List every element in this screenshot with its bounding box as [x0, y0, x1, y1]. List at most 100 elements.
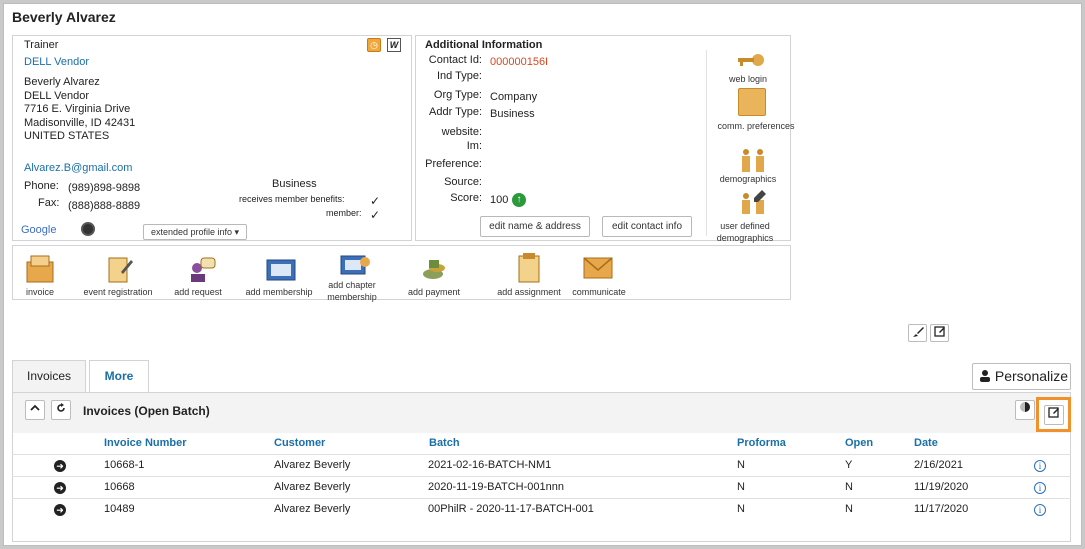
cell-date: 11/19/2020	[914, 481, 969, 493]
cell-proforma: N	[737, 481, 745, 493]
cell-proforma: N	[737, 459, 745, 471]
divider	[706, 50, 707, 236]
member-check: ✓	[370, 208, 381, 222]
email-link[interactable]: Alvarez.B@gmail.com	[24, 162, 132, 174]
cell-open: N	[845, 503, 853, 515]
action-communicate[interactable]	[583, 256, 613, 280]
user-defined-demographics-icon[interactable]	[738, 190, 768, 216]
tab-more[interactable]: More	[89, 360, 149, 393]
word-doc-icon[interactable]: W	[387, 38, 401, 52]
field-label: Ind Type:	[436, 70, 482, 82]
phone-value: (989)898-9898	[68, 182, 141, 194]
contact-type: Business	[272, 178, 317, 190]
action-add-chapter-membership-label[interactable]: add chapter membership	[313, 279, 391, 303]
action-add-membership[interactable]	[265, 254, 297, 286]
window: Beverly Alvarez Trainer DELL Vendor Beve…	[3, 3, 1082, 546]
field-label: Addr Type:	[429, 106, 482, 118]
chart-toggle-icon[interactable]	[1015, 400, 1035, 420]
cell-open: N	[845, 481, 853, 493]
refresh-button[interactable]	[51, 400, 71, 420]
table-row[interactable]: ➜ 10668-1 Alvarez Beverly 2021-02-16-BAT…	[12, 454, 1071, 476]
page-title: Beverly Alvarez	[12, 9, 116, 25]
demographics-label[interactable]: demographics	[713, 174, 783, 184]
google-maps-link[interactable]: Google	[21, 224, 56, 236]
web-login-label[interactable]: web login	[713, 74, 783, 84]
additional-info-title: Additional Information	[425, 39, 543, 51]
field-label: Org Type:	[433, 89, 482, 101]
brush-icon[interactable]	[908, 324, 927, 342]
field-label: Contact Id:	[428, 54, 482, 66]
action-communicate-label[interactable]: communicate	[561, 287, 637, 297]
cell-proforma: N	[737, 503, 745, 515]
address-block: Beverly Alvarez DELL Vendor 7716 E. Virg…	[24, 76, 136, 142]
company-link[interactable]: DELL Vendor	[24, 56, 89, 68]
cell-date: 2/16/2021	[914, 459, 963, 471]
demographics-icon[interactable]	[738, 148, 768, 174]
cell-batch: 2020-11-19-BATCH-001nnn	[428, 481, 564, 493]
comm-preferences-icon[interactable]	[738, 88, 766, 116]
key-icon[interactable]	[736, 52, 766, 70]
cell-batch: 00PhilR - 2020-11-17-BATCH-001	[428, 503, 594, 515]
clock-icon[interactable]: ◷	[367, 38, 381, 52]
edit-section-button[interactable]	[1036, 397, 1071, 432]
cell-customer: Alvarez Beverly	[274, 503, 351, 515]
action-add-payment[interactable]	[419, 254, 451, 286]
action-add-assignment[interactable]	[515, 252, 543, 284]
info-icon[interactable]: i	[1034, 482, 1046, 494]
member-label: member:	[326, 208, 362, 218]
fax-label: Fax:	[38, 197, 60, 209]
collapse-button[interactable]	[25, 400, 45, 420]
comm-preferences-label[interactable]: comm. preferences	[713, 120, 799, 132]
globe-icon[interactable]	[81, 222, 95, 236]
addr-type-value: Business	[490, 108, 535, 120]
action-invoice[interactable]	[23, 254, 57, 286]
actions-bar: invoice event registration add request a…	[12, 245, 791, 303]
col-batch[interactable]: Batch	[429, 437, 460, 449]
field-label: Im:	[466, 140, 482, 152]
edit-icon[interactable]	[930, 324, 949, 342]
benefits-check: ✓	[370, 194, 381, 208]
action-add-payment-label[interactable]: add payment	[398, 287, 470, 297]
user-defined-demographics-label[interactable]: user defined demographics	[707, 220, 783, 244]
action-invoice-label[interactable]: invoice	[13, 287, 67, 297]
col-invoice-number[interactable]: Invoice Number	[104, 437, 187, 449]
field-label: website:	[441, 126, 482, 138]
cell-invoice: 10668	[104, 481, 135, 493]
action-add-request[interactable]	[185, 254, 217, 286]
extended-profile-dropdown[interactable]: extended profile info ▾	[143, 224, 247, 240]
tab-invoices[interactable]: Invoices	[12, 360, 86, 392]
score-up-icon: ↑	[512, 193, 526, 207]
cell-open: Y	[845, 459, 853, 471]
info-icon[interactable]: i	[1034, 460, 1046, 472]
field-label: Source:	[444, 176, 482, 188]
org-type-value: Company	[490, 91, 538, 103]
table-row[interactable]: ➜ 10489 Alvarez Beverly 00PhilR - 2020-1…	[12, 498, 1071, 520]
action-add-request-label[interactable]: add request	[168, 287, 228, 297]
field-label: Preference:	[425, 158, 482, 170]
contact-panel: Trainer DELL Vendor Beverly Alvarez DELL…	[12, 35, 412, 241]
edit-name-address-button[interactable]: edit name & address	[480, 216, 590, 237]
row-goto-icon[interactable]: ➜	[54, 504, 66, 516]
table-row[interactable]: ➜ 10668 Alvarez Beverly 2020-11-19-BATCH…	[12, 476, 1071, 498]
row-goto-icon[interactable]: ➜	[54, 460, 66, 472]
edit-contact-info-button[interactable]: edit contact info	[602, 216, 692, 237]
col-proforma[interactable]: Proforma	[737, 437, 786, 449]
cell-customer: Alvarez Beverly	[274, 481, 351, 493]
action-event-registration-label[interactable]: event registration	[73, 287, 163, 297]
benefits-label: receives member benefits:	[239, 194, 345, 204]
cell-invoice: 10668-1	[104, 459, 145, 471]
action-add-membership-label[interactable]: add membership	[233, 287, 325, 297]
action-add-chapter-membership[interactable]	[339, 252, 371, 280]
personalize-button[interactable]: Personalize	[972, 363, 1071, 390]
cell-date: 11/17/2020	[914, 503, 969, 515]
row-goto-icon[interactable]: ➜	[54, 482, 66, 494]
col-date[interactable]: Date	[914, 437, 938, 449]
action-event-registration[interactable]	[103, 254, 135, 286]
contact-id-value: 000000156I	[490, 56, 549, 68]
field-label: Score:	[450, 192, 482, 204]
col-customer[interactable]: Customer	[274, 437, 325, 449]
person-icon	[979, 365, 991, 382]
additional-info-panel: Additional Information Contact Id: 00000…	[415, 35, 795, 244]
info-icon[interactable]: i	[1034, 504, 1046, 516]
col-open[interactable]: Open	[845, 437, 873, 449]
